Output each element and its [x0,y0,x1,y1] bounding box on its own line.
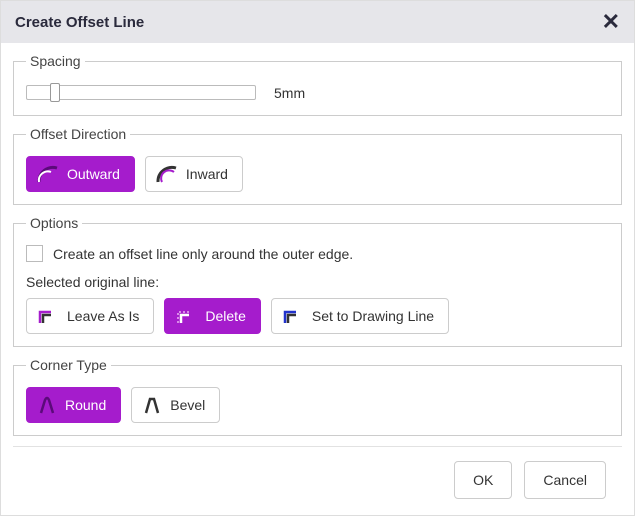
cancel-button[interactable]: Cancel [524,461,606,499]
dialog-title: Create Offset Line [15,14,144,31]
set-to-drawing-line-button[interactable]: Set to Drawing Line [271,298,449,334]
outer-edge-checkbox[interactable] [26,245,43,262]
group-offset-direction: Offset Direction Outward [13,126,622,205]
legend-options: Options [26,215,82,231]
inward-label: Inward [186,166,228,182]
round-label: Round [65,397,106,413]
ok-button[interactable]: OK [454,461,512,499]
delete-button[interactable]: Delete [164,298,260,334]
outward-button[interactable]: Outward [26,156,135,192]
delete-label: Delete [205,308,245,324]
outer-edge-label: Create an offset line only around the ou… [53,246,353,262]
leave-as-is-label: Leave As Is [67,308,139,324]
inward-arc-icon [156,164,178,184]
leave-as-is-button[interactable]: Leave As Is [26,298,154,334]
spacing-slider[interactable] [26,83,256,103]
set-to-drawing-line-icon [282,306,304,326]
titlebar: Create Offset Line ✕ [1,1,634,43]
round-corner-icon [37,395,57,415]
legend-direction: Offset Direction [26,126,130,142]
legend-corner: Corner Type [26,357,111,373]
bevel-label: Bevel [170,397,205,413]
selected-original-label: Selected original line: [26,274,609,290]
group-corner-type: Corner Type Round Be [13,357,622,436]
dialog-footer: OK Cancel [13,446,622,515]
outward-label: Outward [67,166,120,182]
dialog-body: Spacing 5mm Offset Direction [1,43,634,515]
round-button[interactable]: Round [26,387,121,423]
set-to-drawing-line-label: Set to Drawing Line [312,308,434,324]
spacing-value: 5mm [274,85,305,101]
group-spacing: Spacing 5mm [13,53,622,116]
leave-as-is-icon [37,306,59,326]
bevel-corner-icon [142,395,162,415]
group-options: Options Create an offset line only aroun… [13,215,622,347]
bevel-button[interactable]: Bevel [131,387,220,423]
dialog-create-offset-line: Create Offset Line ✕ Spacing 5mm Offset … [0,0,635,516]
inward-button[interactable]: Inward [145,156,243,192]
slider-track [26,85,256,100]
close-icon[interactable]: ✕ [602,11,620,33]
delete-icon [175,306,197,326]
slider-thumb[interactable] [50,83,60,102]
outward-arc-icon [37,164,59,184]
legend-spacing: Spacing [26,53,85,69]
